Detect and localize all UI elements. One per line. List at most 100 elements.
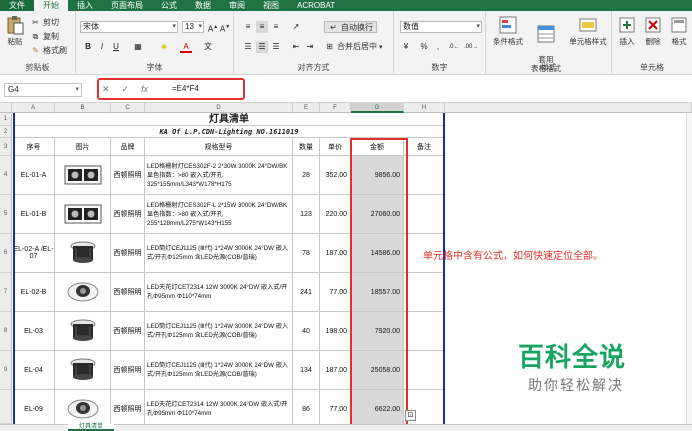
col-header-e[interactable]: E (293, 103, 320, 113)
italic-icon[interactable]: I (96, 41, 108, 53)
brand-cell[interactable]: 西顿照明 (111, 312, 145, 351)
row-header-5[interactable]: 5 (0, 195, 12, 234)
row-header-6[interactable]: 6 (0, 234, 12, 273)
price-cell[interactable]: 187.00 (320, 351, 351, 390)
insert-cells-button[interactable]: 插入 (614, 15, 640, 46)
tab-data[interactable]: 数据 (186, 0, 220, 11)
align-right-icon[interactable]: ☰ (270, 41, 282, 53)
row-header-9[interactable]: 9 (0, 351, 12, 390)
price-cell[interactable]: 198.00 (320, 312, 351, 351)
decrease-decimal-icon[interactable]: .00→ (464, 41, 478, 53)
product-image-cell[interactable] (55, 234, 111, 273)
header-cell-price[interactable]: 单价 (320, 138, 351, 156)
col-header-h[interactable]: H (404, 103, 445, 113)
number-format-combo[interactable]: 数值 (400, 21, 482, 33)
price-cell[interactable]: 220.00 (320, 195, 351, 234)
indent-decrease-icon[interactable]: ⇤ (290, 41, 302, 53)
qty-cell[interactable]: 78 (293, 234, 320, 273)
align-bottom-icon[interactable]: ≡ (270, 21, 282, 33)
header-cell-remark[interactable]: 备注 (404, 138, 445, 156)
comma-icon[interactable]: , (432, 41, 444, 53)
header-cell-brand[interactable]: 品牌 (111, 138, 145, 156)
cut-button[interactable]: ✂ 剪切 (30, 17, 59, 28)
align-center-icon[interactable]: ☰ (256, 41, 268, 53)
amount-cell[interactable]: 25058.00 (351, 351, 404, 390)
code-cell[interactable]: EL-03 (13, 312, 55, 351)
brand-cell[interactable]: 西顿照明 (111, 195, 145, 234)
tab-view[interactable]: 视图 (254, 0, 288, 11)
spec-cell[interactable]: LED筒灯CEJ1125 (Ⅲ代) 1*24W 3000K 24°DW 嵌入式/… (145, 234, 293, 273)
remark-cell[interactable] (404, 156, 445, 195)
row-header-8[interactable]: 8 (0, 312, 12, 351)
format-painter-button[interactable]: ✎ 格式刷 (30, 45, 67, 56)
align-left-icon[interactable]: ☰ (242, 41, 254, 53)
row-header-4[interactable]: 4 (0, 156, 12, 195)
tab-acrobat[interactable]: ACROBAT (288, 0, 344, 11)
product-image-cell[interactable] (55, 156, 111, 195)
price-cell[interactable]: 77.00 (320, 273, 351, 312)
sheet-subtitle[interactable]: KA Of L.P.CDN-Lighting NO.1611019 (13, 126, 445, 138)
select-all-corner[interactable] (0, 103, 12, 113)
tab-formulas[interactable]: 公式 (152, 0, 186, 11)
row-header-1[interactable]: 1 (0, 113, 12, 126)
qty-cell[interactable]: 40 (293, 312, 320, 351)
header-cell-spec[interactable]: 规格型号 (145, 138, 293, 156)
wrap-text-button[interactable]: ↵ 自动换行 (324, 21, 377, 33)
row-header-3[interactable]: 3 (0, 138, 12, 156)
bold-icon[interactable]: B (82, 41, 94, 53)
font-size-combo[interactable]: 13 (182, 21, 204, 33)
qty-cell[interactable]: 123 (293, 195, 320, 234)
increase-font-icon[interactable]: A▲ (207, 21, 219, 34)
product-image-cell[interactable] (55, 273, 111, 312)
price-cell[interactable]: 352.00 (320, 156, 351, 195)
copy-button[interactable]: ⧉ 复制 (30, 31, 59, 42)
code-cell[interactable]: EL-04 (13, 351, 55, 390)
border-icon[interactable]: ▦ (132, 41, 144, 53)
brand-cell[interactable]: 西顿照明 (111, 156, 145, 195)
qty-cell[interactable]: 241 (293, 273, 320, 312)
product-image-cell[interactable] (55, 195, 111, 234)
name-box[interactable]: G4 (4, 83, 82, 97)
decrease-font-icon[interactable]: A▼ (219, 21, 231, 34)
remark-cell[interactable] (404, 195, 445, 234)
code-cell[interactable]: EL-01-A (13, 156, 55, 195)
paste-button[interactable]: 粘贴 (2, 15, 28, 46)
indent-increase-icon[interactable]: ⇥ (304, 41, 316, 53)
product-image-cell[interactable] (55, 312, 111, 351)
increase-decimal-icon[interactable]: .0← (448, 41, 460, 53)
font-name-combo[interactable]: 宋体 (80, 21, 178, 33)
delete-cells-button[interactable]: 删除 (640, 15, 666, 46)
cell-styles-button[interactable]: 单元格样式 (566, 15, 610, 46)
align-middle-icon[interactable]: ≡ (256, 21, 268, 33)
code-cell[interactable]: EL-01-B (13, 195, 55, 234)
spec-cell[interactable]: LED筒灯CEJ1125 (Ⅲ代) 1*24W 3000K 24°DW 嵌入式/… (145, 351, 293, 390)
header-cell-amount[interactable]: 金额 (351, 138, 404, 156)
row-header-7[interactable]: 7 (0, 273, 12, 312)
price-cell[interactable]: 187.00 (320, 234, 351, 273)
col-header-b[interactable]: B (55, 103, 111, 113)
col-header-d[interactable]: D (145, 103, 293, 113)
fill-color-icon[interactable]: ◈ (158, 41, 170, 53)
col-header-g[interactable]: G (351, 103, 404, 113)
row-header-2[interactable]: 2 (0, 126, 12, 138)
font-color-icon[interactable]: A (180, 41, 192, 53)
currency-icon[interactable]: ¥ (400, 41, 412, 53)
col-header-f[interactable]: F (320, 103, 351, 113)
tab-review[interactable]: 审阅 (220, 0, 254, 11)
amount-cell[interactable]: 14586.00 (351, 234, 404, 273)
col-header-a[interactable]: A (12, 103, 55, 113)
spec-cell[interactable]: LED格栅射灯CES302F-L 2*15W 3000K 24°DW/BK 显色… (145, 195, 293, 234)
header-cell-no[interactable]: 序号 (13, 138, 55, 156)
orientation-icon[interactable]: ↗ (290, 21, 302, 33)
align-top-icon[interactable]: ≡ (242, 21, 254, 33)
amount-cell[interactable]: 27060.00 (351, 195, 404, 234)
amount-cell[interactable]: 9856.00 (351, 156, 404, 195)
phonetic-icon[interactable]: 文 (202, 41, 214, 53)
col-header-c[interactable]: C (111, 103, 145, 113)
brand-cell[interactable]: 西顿照明 (111, 273, 145, 312)
merge-center-button[interactable]: ⊞ 合并后居中 ▾ (324, 41, 382, 52)
remark-cell[interactable] (404, 273, 445, 312)
product-image-cell[interactable] (55, 351, 111, 390)
header-cell-picture[interactable]: 图片 (55, 138, 111, 156)
remark-cell[interactable] (404, 351, 445, 390)
